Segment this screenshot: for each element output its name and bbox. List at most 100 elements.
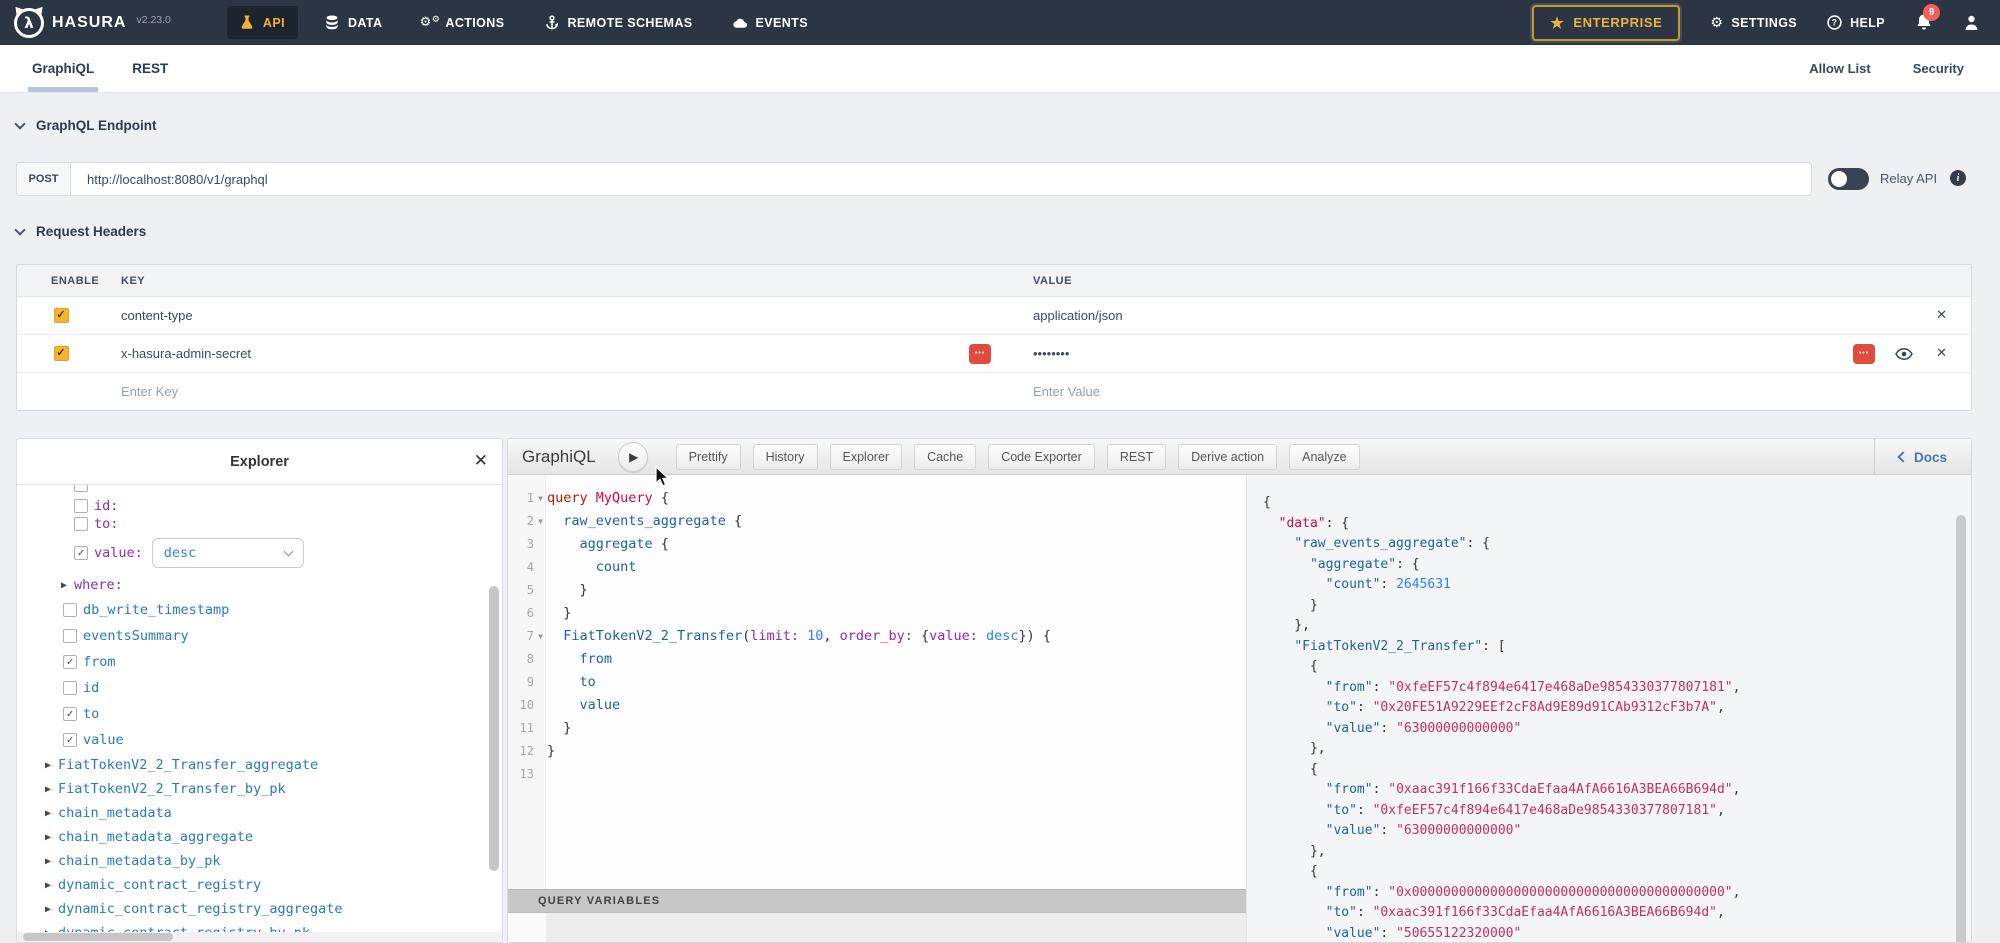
explorer-field-eventssummary-label[interactable]: eventsSummary <box>83 628 189 644</box>
explorer-field-from-label[interactable]: from <box>83 654 116 670</box>
query-line: 7▼ FiatTokenV2_2_Transfer(limit: 10, ord… <box>508 625 1246 648</box>
query-variables-header[interactable]: QUERY VARIABLES <box>508 889 1246 913</box>
hasura-logo[interactable]: λ HASURA v2.23.0 <box>14 8 171 38</box>
toolbar-buttons: Prettify History Explorer Cache Code Exporte… <box>676 444 1360 470</box>
checkbox[interactable] <box>63 681 77 695</box>
explorer-vertical-scrollbar[interactable] <box>489 586 499 871</box>
checkbox[interactable] <box>74 499 88 513</box>
graphql-endpoint-section-header[interactable]: GraphQL Endpoint <box>16 118 157 133</box>
fold-arrow-icon[interactable]: ▼ <box>534 487 547 510</box>
analyze-button[interactable]: Analyze <box>1289 444 1359 470</box>
expand-arrow-icon: ▶ <box>45 832 58 843</box>
explorer-root-fiattokenv2-2-transfer-by-pk[interactable]: ▶FiatTokenV2_2_Transfer_by_pk <box>17 777 502 801</box>
notifications-button[interactable]: 9 <box>1915 13 1933 32</box>
nav-item-api[interactable]: API <box>227 6 298 39</box>
explorer-root-dynamic-contract-registry-aggregate[interactable]: ▶dynamic_contract_registry_aggregate <box>17 897 502 921</box>
header-enabled-checkbox[interactable]: ✓ <box>54 308 69 323</box>
link-allow-list[interactable]: Allow List <box>1809 61 1870 76</box>
explorer-root-chain-metadata-by-pk[interactable]: ▶chain_metadata_by_pk <box>17 849 502 873</box>
response-line: }, <box>1263 739 1972 760</box>
fold-arrow-icon[interactable]: ▼ <box>534 510 547 533</box>
checkbox[interactable] <box>74 517 88 531</box>
api-tabbar: GraphiQL REST Allow List Security <box>0 45 2000 93</box>
query-editor[interactable]: 1▼query MyQuery {2▼ raw_events_aggregate… <box>508 475 1246 889</box>
settings-button[interactable]: ⚙ SETTINGS <box>1710 15 1797 31</box>
checkbox[interactable] <box>63 629 77 643</box>
explorer-field-db-write-timestamp-label[interactable]: db_write_timestamp <box>83 602 229 618</box>
nav-item-actions[interactable]: ⚙⚙ACTIONS <box>409 6 517 39</box>
endpoint-url-input[interactable] <box>71 163 1811 195</box>
cache-button[interactable]: Cache <box>914 444 976 470</box>
explorer-arg-value-label[interactable]: value: <box>94 545 143 561</box>
code-exporter-button[interactable]: Code Exporter <box>988 444 1095 470</box>
expand-arrow-icon[interactable]: ▶ <box>61 580 74 591</box>
nav-item-data[interactable]: DATA <box>312 6 395 39</box>
nav-item-events[interactable]: EVENTS <box>720 7 821 39</box>
header-key-input[interactable]: content-type <box>105 308 193 323</box>
checkbox[interactable] <box>63 603 77 617</box>
response-line: "from": "0x00000000000000000000000000000… <box>1263 883 1972 904</box>
explorer-button[interactable]: Explorer <box>830 444 903 470</box>
rest-button[interactable]: REST <box>1107 444 1166 470</box>
value-input-placeholder[interactable]: Enter Value <box>1017 384 1100 399</box>
gear-icon: ⚙ <box>1710 15 1723 31</box>
key-input-placeholder[interactable]: Enter Key <box>105 384 178 399</box>
execute-query-button[interactable]: ▶ <box>618 442 648 472</box>
checkbox[interactable]: ✓ <box>63 733 77 747</box>
explorer-root-fiattokenv2-2-transfer-aggregate[interactable]: ▶FiatTokenV2_2_Transfer_aggregate <box>17 753 502 777</box>
http-method-label: POST <box>17 163 71 195</box>
fold-spacer <box>534 717 547 740</box>
explorer-field-to-label[interactable]: to <box>83 706 99 722</box>
header-value-input[interactable]: application/json <box>1017 308 1123 323</box>
response-vertical-scrollbar[interactable] <box>1956 515 1966 943</box>
checkbox[interactable]: ✓ <box>63 707 77 721</box>
header-enabled-checkbox[interactable]: ✓ <box>54 346 69 361</box>
request-headers-title: Request Headers <box>36 224 146 239</box>
explorer-arg-to--label[interactable]: to: <box>94 516 118 532</box>
header-key-input[interactable]: x-hasura-admin-secret <box>105 346 251 361</box>
explorer-root-dynamic-contract-registry[interactable]: ▶dynamic_contract_registry <box>17 873 502 897</box>
response-line: { <box>1263 493 1972 514</box>
explorer-field-from: ✓ from <box>17 649 502 675</box>
explorer-field-value-label[interactable]: value <box>83 732 124 748</box>
help-label: HELP <box>1850 16 1885 30</box>
explorer-arg-id--label[interactable]: id: <box>94 498 118 514</box>
fold-arrow-icon[interactable]: ▼ <box>534 625 547 648</box>
chevron-down-icon <box>14 118 25 129</box>
remove-header-icon[interactable]: ✕ <box>1936 346 1947 361</box>
query-variables-editor[interactable] <box>508 913 1246 943</box>
sort-direction-select[interactable]: desc <box>152 538 304 568</box>
derive-action-button[interactable]: Derive action <box>1178 444 1277 470</box>
user-avatar-button[interactable] <box>1963 14 1980 31</box>
prettify-button[interactable]: Prettify <box>676 444 741 470</box>
explorer-root-chain-metadata[interactable]: ▶chain_metadata <box>17 801 502 825</box>
relay-api-toggle[interactable] <box>1828 168 1869 190</box>
reveal-secret-eye-icon[interactable] <box>1895 348 1913 360</box>
graphiql-panel: GraphiQL ▶ PrettifyHistoryExplorerCacheC… <box>507 438 1972 943</box>
info-icon[interactable]: i <box>1950 170 1966 186</box>
query-line: 9 to <box>508 671 1246 694</box>
explorer-arg-where-label[interactable]: where: <box>74 577 123 593</box>
enterprise-button[interactable]: ★ ENTERPRISE <box>1532 5 1680 41</box>
checkbox[interactable]: ✓ <box>63 655 77 669</box>
query-line: 12} <box>508 740 1246 763</box>
history-button[interactable]: History <box>753 444 818 470</box>
help-button[interactable]: ? HELP <box>1827 15 1885 30</box>
tab-graphiql[interactable]: GraphiQL <box>32 45 94 92</box>
nav-item-remote-schemas[interactable]: REMOTE SCHEMAS <box>531 6 705 39</box>
close-icon[interactable]: ✕ <box>474 451 488 471</box>
checkbox[interactable]: ✓ <box>74 546 88 560</box>
value-cell: application/json ✕ <box>1017 308 1971 323</box>
explorer-field-id-label[interactable]: id <box>83 680 99 696</box>
link-security[interactable]: Security <box>1913 61 1964 76</box>
tab-rest[interactable]: REST <box>132 45 168 92</box>
header-value-input[interactable]: •••••••• <box>1017 346 1069 361</box>
explorer-horizontal-scrollbar[interactable] <box>23 933 173 941</box>
docs-button[interactable]: Docs <box>1874 439 1971 475</box>
explorer-root-chain-metadata-aggregate[interactable]: ▶chain_metadata_aggregate <box>17 825 502 849</box>
table-header-row: ENABLE KEY VALUE <box>17 265 1971 297</box>
explorer-title: Explorer <box>230 454 289 470</box>
column-key: KEY <box>121 275 145 287</box>
request-headers-section-header[interactable]: Request Headers <box>16 224 146 239</box>
remove-header-icon[interactable]: ✕ <box>1936 308 1947 323</box>
